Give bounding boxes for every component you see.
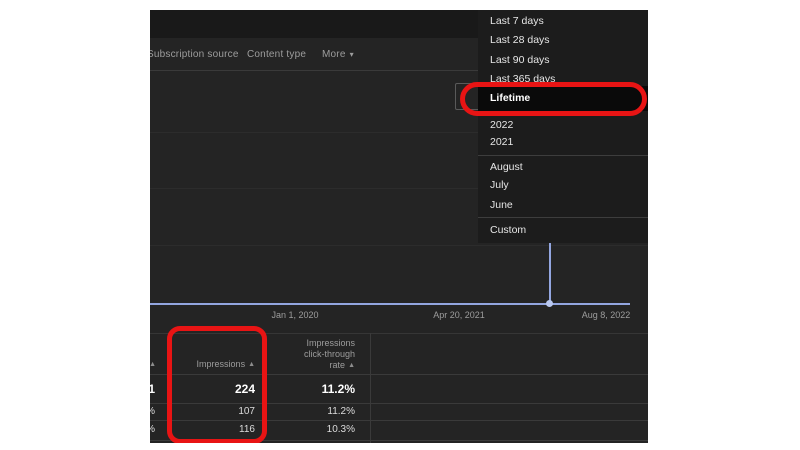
menu-item-last-7-days[interactable]: Last 7 days — [478, 12, 648, 30]
tab-more[interactable]: More ▾ — [322, 38, 354, 71]
menu-item-2021[interactable]: 2021 — [478, 133, 648, 151]
chevron-down-icon: ▾ — [349, 50, 354, 59]
x-axis-tick: Jan 1, 2020 — [271, 310, 319, 320]
column-header-ictr[interactable]: Impressions click-through rate ▲ — [250, 338, 355, 372]
warning-icon: ▲ — [348, 362, 355, 369]
menu-separator — [478, 217, 648, 218]
column-header-ictr-line1: Impressions — [306, 338, 355, 348]
menu-item-lifetime[interactable]: Lifetime — [478, 89, 648, 107]
cell-ictr: 10.3% — [326, 424, 355, 435]
column-header-impressions[interactable]: Impressions ▲ — [150, 359, 255, 371]
menu-item-last-28-days[interactable]: Last 28 days — [478, 31, 648, 49]
menu-item-2022[interactable]: 2022 — [478, 116, 648, 134]
chart-spike-line — [549, 243, 551, 305]
menu-item-last-90-days[interactable]: Last 90 days — [478, 51, 648, 69]
cell-impressions: 107 — [238, 406, 255, 417]
column-header-ictr-line3-label: rate — [329, 360, 346, 370]
cell-ictr: 11.2% — [327, 406, 355, 417]
x-axis-tick: Apr 20, 2021 — [433, 310, 485, 320]
gridline — [150, 245, 648, 246]
column-header-impressions-label: Impressions — [196, 359, 246, 369]
row-separator — [150, 440, 648, 441]
cell-ictr: 11.2% — [321, 382, 355, 396]
tab-subscription-source[interactable]: Subscription source — [150, 38, 239, 71]
cell-impressions: 116 — [239, 424, 255, 435]
tab-more-label: More — [322, 49, 346, 60]
menu-item-august[interactable]: August — [478, 158, 648, 176]
row-separator — [150, 420, 648, 421]
row-separator — [150, 403, 648, 404]
cell-impressions: 224 — [234, 382, 255, 396]
chart-data-point — [546, 300, 553, 307]
menu-item-custom[interactable]: Custom — [478, 221, 648, 239]
menu-separator — [478, 155, 648, 156]
chart-baseline — [150, 303, 630, 305]
menu-item-july[interactable]: July — [478, 176, 648, 194]
table-border — [150, 333, 648, 334]
column-header-ictr-line3: rate ▲ — [250, 360, 355, 372]
row-separator — [150, 374, 648, 375]
menu-item-june[interactable]: June — [478, 196, 648, 214]
menu-item-last-365-days[interactable]: Last 365 days — [478, 70, 648, 88]
column-separator — [370, 333, 371, 443]
column-header-ictr-line2: click-through — [303, 349, 355, 359]
analytics-panel: Subscription source Content type More ▾ J… — [150, 10, 648, 443]
x-axis-tick: Aug 8, 2022 — [581, 310, 631, 320]
date-filter-menu: Last 7 days Last 28 days Last 90 days La… — [478, 10, 648, 243]
tab-content-type[interactable]: Content type — [247, 38, 306, 71]
